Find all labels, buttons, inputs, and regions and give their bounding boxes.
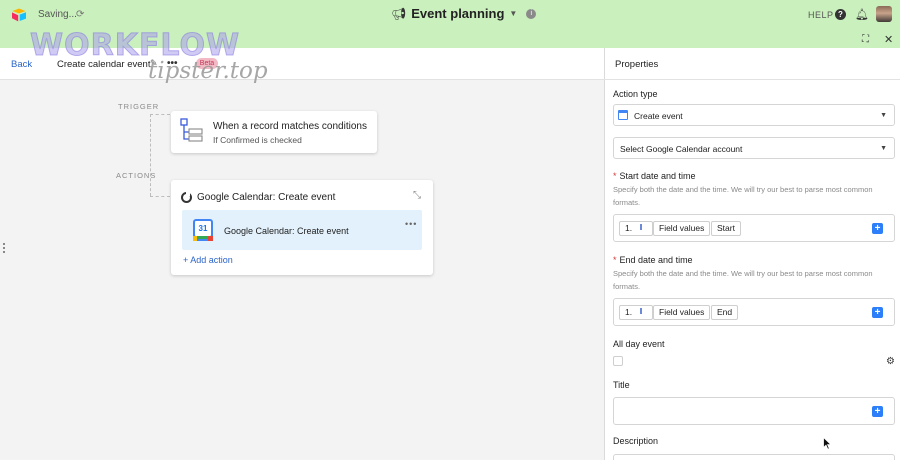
trigger-condition: If Confirmed is checked [213,135,302,145]
title-label: Title [613,380,630,390]
chevron-down-icon: ▼ [880,112,887,119]
description-label: Description [613,436,659,446]
start-date-input[interactable]: 1. Field values Start + [613,214,895,242]
description-input[interactable] [613,454,895,460]
info-icon[interactable]: i [526,8,537,19]
back-button[interactable]: Back [11,59,32,70]
base-title-menu[interactable]: 📢︎ Event planning ▼ i [391,6,537,21]
action-type-select[interactable]: Create event ▼ [613,104,895,126]
field-list-icon [640,224,649,230]
resize-handle[interactable] [3,243,5,255]
base-title[interactable]: Event planning [411,6,504,21]
add-token-button[interactable]: + [872,307,883,318]
connector-line [150,196,170,197]
add-token-button[interactable]: + [872,223,883,234]
field-list-icon [640,308,649,314]
saving-status: Saving... [38,9,77,20]
chevron-down-icon[interactable]: ▼ [509,9,517,18]
add-action-button[interactable]: + Add action [183,255,233,265]
help-link[interactable]: HELP [808,10,834,20]
bell-icon[interactable]: 🔔︎ [855,8,869,21]
field-values-token[interactable]: Field values [653,221,711,236]
question-icon[interactable]: ? [835,9,846,20]
start-date-help: Specify both the date and the time. We w… [613,185,873,207]
add-token-button[interactable]: + [872,406,883,417]
trigger-section-label: TRIGGER [118,102,160,111]
google-calendar-icon [618,110,628,120]
end-date-input[interactable]: 1. Field values End + [613,298,895,326]
gear-icon[interactable]: ⚙ [886,356,895,367]
action-group-title: Google Calendar: Create event [197,192,336,203]
focus-icon[interactable]: ⛶ [862,34,869,45]
end-date-label: * End date and time [613,255,693,265]
action-more-button[interactable]: ••• [405,219,417,229]
account-select[interactable]: Select Google Calendar account ▼ [613,137,895,159]
megaphone-icon: 📢︎ [391,6,407,21]
action-type-label: Action type [613,89,658,99]
mouse-cursor-icon [823,437,832,450]
connector-line [150,114,151,196]
title-input[interactable]: + [613,397,895,425]
google-calendar-outline-icon [181,192,192,203]
google-calendar-icon: 31 [193,219,213,241]
all-day-checkbox[interactable] [613,356,623,366]
end-date-help: Specify both the date and the time. We w… [613,269,873,291]
watermark-url: tipster.top [148,58,268,84]
conditions-icon [180,118,203,142]
start-date-label: * Start date and time [613,171,696,181]
airtable-logo-icon[interactable] [11,7,27,23]
close-icon[interactable]: ✕ [884,33,893,46]
all-day-label: All day event [613,339,665,349]
chevron-down-icon: ▼ [880,145,887,152]
action-step-label: Google Calendar: Create event [224,226,349,236]
properties-title: Properties [615,59,659,70]
start-field-token[interactable]: Start [711,221,741,236]
trigger-title: When a record matches conditions [213,121,367,132]
sync-spinner-icon: ⟳ [76,9,85,20]
field-values-token[interactable]: Field values [653,305,711,320]
avatar[interactable] [876,6,892,22]
end-field-token[interactable]: End [711,305,739,320]
collapse-icon[interactable]: ⤡ [413,190,421,201]
connector-line [150,114,170,115]
